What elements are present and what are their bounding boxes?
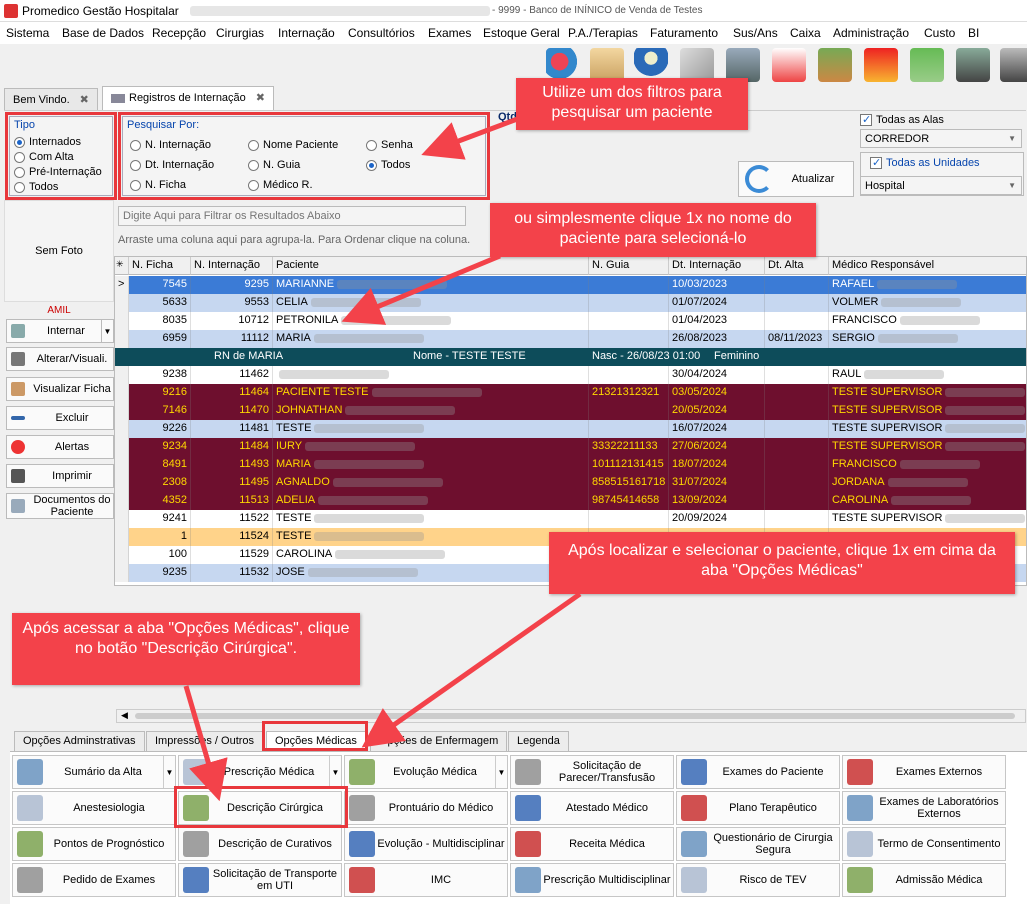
- arrow-to-patient: [341, 253, 501, 325]
- annotation-arrows: [183, 115, 582, 802]
- arrow-to-filters: [421, 115, 521, 160]
- arrow-to-tab: [361, 591, 582, 748]
- arrow-to-button: [183, 685, 228, 802]
